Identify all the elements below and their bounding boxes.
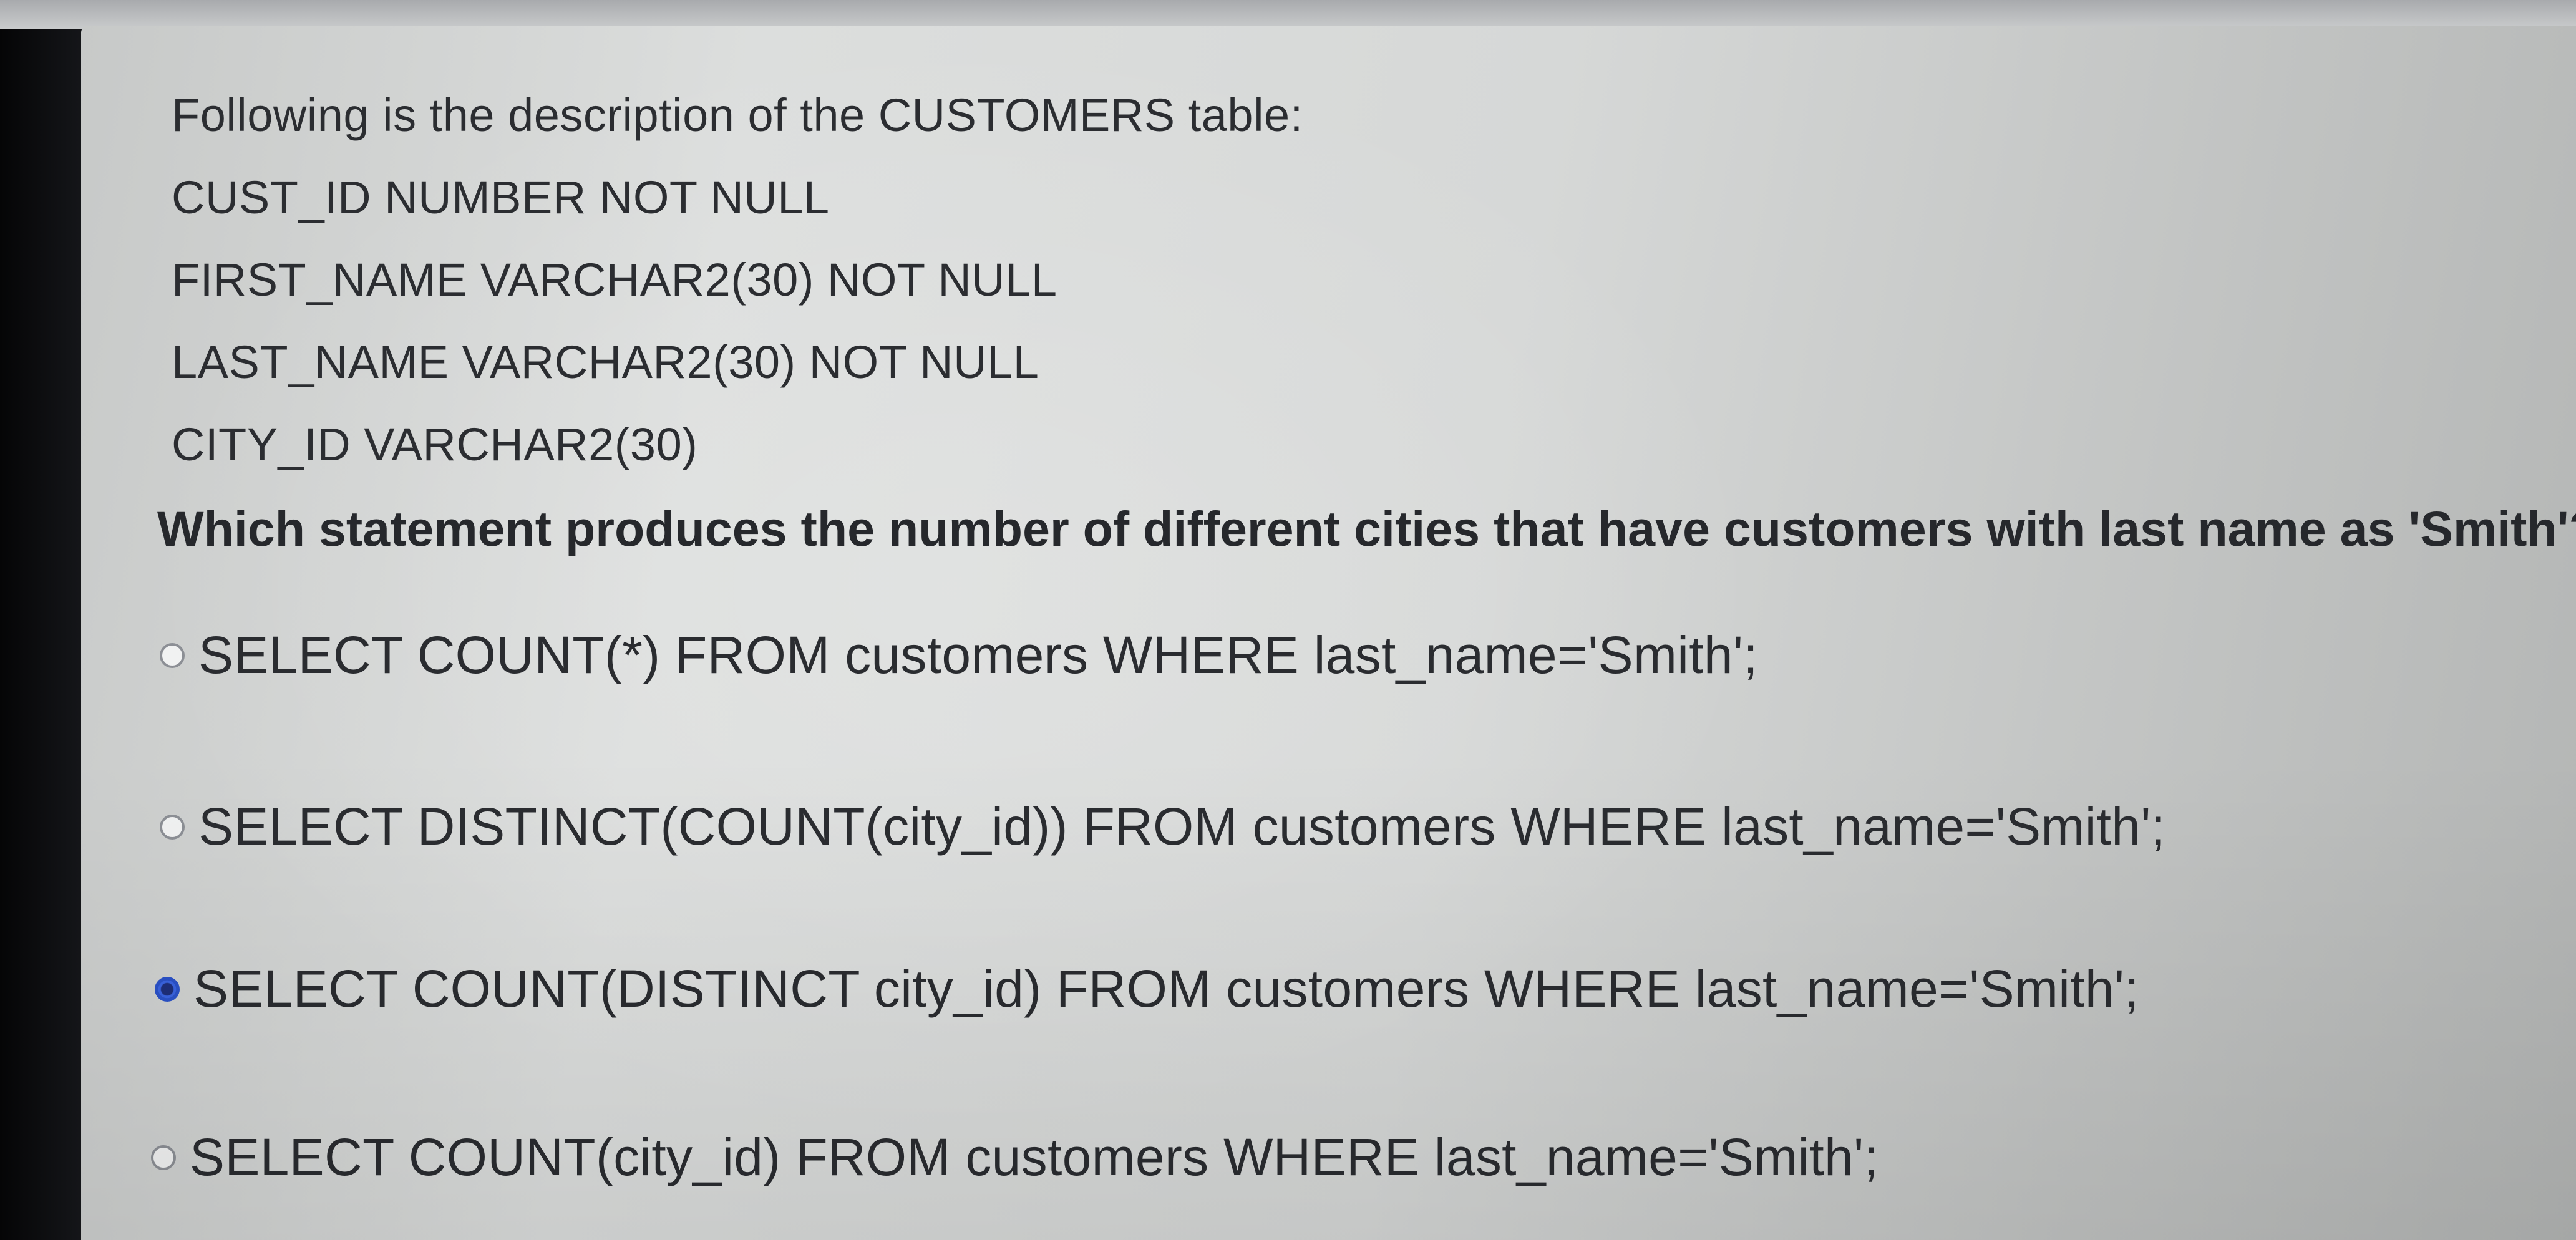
answer-option-2-label: SELECT DISTINCT(COUNT(city_id)) FROM cus… <box>198 797 2166 856</box>
monitor-bezel-top <box>0 0 2576 29</box>
answer-option-4-label: SELECT COUNT(city_id) FROM customers WHE… <box>190 1128 1879 1186</box>
answer-option-1-label: SELECT COUNT(*) FROM customers WHERE las… <box>198 626 1758 684</box>
answer-option-4[interactable]: SELECT COUNT(city_id) FROM customers WHE… <box>151 1127 1879 1188</box>
quiz-screen: Following is the description of the CUST… <box>81 26 2576 1240</box>
radio-button-option-4[interactable] <box>151 1145 176 1170</box>
answer-option-3-label: SELECT COUNT(DISTINCT city_id) FROM cust… <box>193 959 2139 1018</box>
question-intro: Following is the description of the CUST… <box>172 89 1303 141</box>
column-definition-last-name: LAST_NAME VARCHAR2(30) NOT NULL <box>172 336 1039 388</box>
radio-button-option-3-selected[interactable] <box>155 976 180 1002</box>
answer-option-3[interactable]: SELECT COUNT(DISTINCT city_id) FROM cust… <box>155 959 2139 1019</box>
column-definition-first-name: FIRST_NAME VARCHAR2(30) NOT NULL <box>172 254 1057 306</box>
answer-option-2[interactable]: SELECT DISTINCT(COUNT(city_id)) FROM cus… <box>160 797 2165 857</box>
column-definition-city-id: CITY_ID VARCHAR2(30) <box>172 419 698 470</box>
question-prompt: Which statement produces the number of d… <box>157 501 2576 556</box>
radio-button-option-1[interactable] <box>160 642 185 668</box>
radio-button-option-2[interactable] <box>160 814 185 840</box>
column-definition-cust-id: CUST_ID NUMBER NOT NULL <box>172 172 830 223</box>
answer-option-1[interactable]: SELECT COUNT(*) FROM customers WHERE las… <box>160 625 1758 685</box>
